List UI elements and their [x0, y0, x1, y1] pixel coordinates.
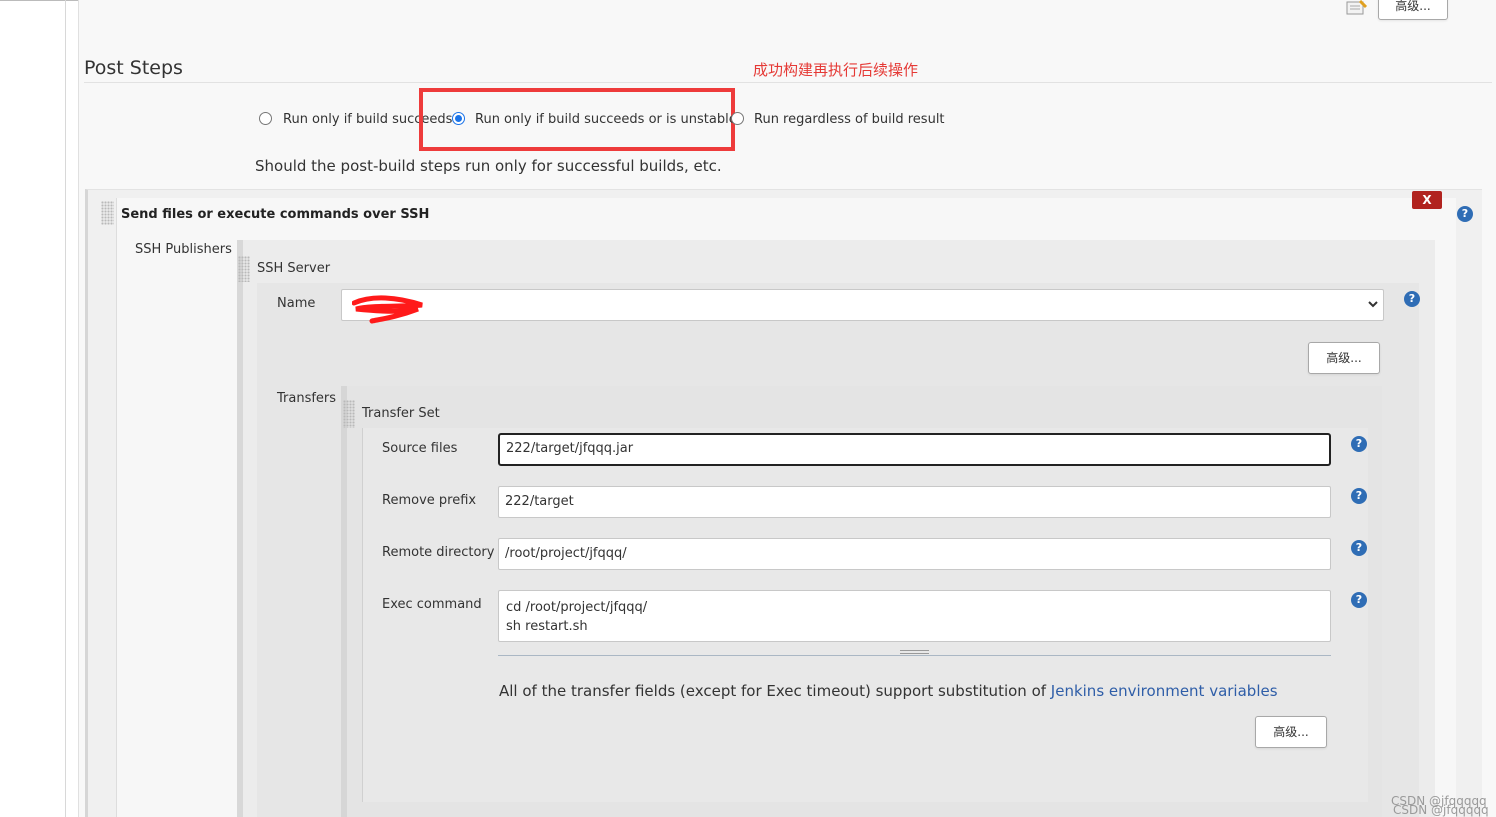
help-icon-step[interactable]: ?	[1457, 206, 1473, 222]
help-icon-remote-directory[interactable]: ?	[1351, 540, 1367, 556]
edit-notepad-icon[interactable]	[1346, 0, 1368, 16]
section-divider	[84, 82, 1492, 83]
name-label: Name	[277, 296, 316, 311]
source-files-input[interactable]: 222/target/jfqqq.jar	[498, 433, 1331, 466]
annotation-text: 成功构建再执行后续操作	[753, 61, 919, 79]
radio-label-run-regardless: Run regardless of build result	[754, 112, 945, 127]
transfer-note-text: All of the transfer fields (except for E…	[499, 682, 1051, 700]
remote-directory-label: Remote directory	[382, 545, 495, 560]
exec-command-textarea[interactable]: cd /root/project/jfqqq/ sh restart.sh	[498, 590, 1331, 642]
help-icon-name[interactable]: ?	[1404, 291, 1420, 307]
server-advanced-button[interactable]: 高级...	[1308, 342, 1380, 374]
transfer-note: All of the transfer fields (except for E…	[499, 682, 1278, 700]
chevron-down-icon[interactable]	[1366, 297, 1380, 311]
ssh-server-label: SSH Server	[257, 261, 331, 276]
watermark-shadow: CSDN @jfqqqqq	[1393, 803, 1489, 817]
transfers-label: Transfers	[277, 391, 337, 406]
post-steps-description: Should the post-build steps run only for…	[255, 157, 722, 175]
help-icon-exec-command[interactable]: ?	[1351, 592, 1367, 608]
env-variables-link[interactable]: Jenkins environment variables	[1051, 682, 1278, 700]
remove-prefix-label: Remove prefix	[382, 493, 477, 508]
help-icon-source-files[interactable]: ?	[1351, 436, 1367, 452]
redacted-scribble	[351, 293, 424, 325]
radio-run-if-success[interactable]	[259, 112, 272, 125]
drag-handle-step[interactable]	[101, 201, 114, 225]
remote-directory-input[interactable]: /root/project/jfqqq/	[498, 538, 1331, 570]
advanced-button-top[interactable]: 高级...	[1378, 0, 1448, 20]
drag-handle-publisher[interactable]	[238, 256, 250, 282]
page-left-border	[65, 0, 66, 817]
exec-command-label: Exec command	[382, 597, 482, 612]
ssh-server-select[interactable]	[341, 289, 1384, 321]
resize-grip-icon[interactable]	[900, 650, 929, 654]
drag-handle-transfer[interactable]	[343, 400, 355, 428]
post-steps-title: Post Steps	[84, 57, 183, 79]
transfer-set-label: Transfer Set	[362, 406, 440, 421]
source-files-label: Source files	[382, 441, 458, 456]
radio-run-if-success-or-unstable[interactable]	[452, 112, 465, 125]
ssh-publishers-label: SSH Publishers	[135, 242, 232, 257]
remove-prefix-input[interactable]: 222/target	[498, 486, 1331, 518]
delete-step-button[interactable]: X	[1412, 191, 1442, 209]
ssh-step-title: Send files or execute commands over SSH	[121, 207, 430, 222]
help-icon-remove-prefix[interactable]: ?	[1351, 488, 1367, 504]
radio-run-regardless[interactable]	[731, 112, 744, 125]
radio-label-run-if-success-or-unstable: Run only if build succeeds or is unstabl…	[475, 112, 737, 127]
transfer-advanced-button[interactable]: 高级...	[1255, 716, 1327, 748]
